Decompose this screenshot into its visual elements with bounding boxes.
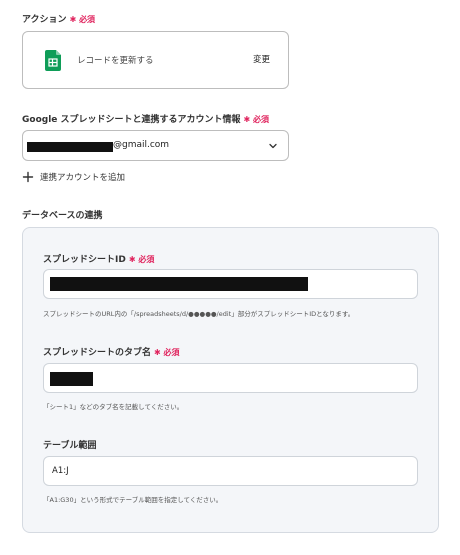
chevron-down-icon bbox=[269, 143, 277, 149]
table-range-label: テーブル範囲 bbox=[43, 441, 97, 451]
table-range-hint: 「A1:G30」という形式でテーブル範囲を指定してください。 bbox=[43, 496, 223, 504]
required-badge-text: 必須 bbox=[253, 115, 270, 124]
table-range-input[interactable]: A1:J bbox=[43, 456, 418, 486]
required-badge: ✱ 必須 bbox=[154, 348, 180, 357]
account-email-suffix: @gmail.com bbox=[113, 140, 170, 150]
action-label: アクション ✱ 必須 bbox=[22, 12, 95, 25]
database-panel: スプレッドシートID ✱ 必須 スプレッドシートのURL内の「/spreadshe… bbox=[22, 227, 439, 533]
spreadsheet-id-label-text: スプレッドシートID bbox=[43, 255, 126, 265]
account-label-text: Google スプレッドシートと連携するアカウント情報 bbox=[22, 115, 241, 125]
plus-icon bbox=[22, 171, 34, 183]
action-label-text: アクション bbox=[22, 15, 67, 25]
tab-name-label: スプレッドシートのタブ名 ✱ 必須 bbox=[43, 345, 180, 358]
required-badge: ✱ 必須 bbox=[69, 15, 96, 24]
tab-name-input[interactable] bbox=[43, 363, 418, 393]
redacted-tab-name bbox=[50, 372, 93, 386]
required-badge-text: 必須 bbox=[163, 348, 180, 357]
spreadsheet-id-input[interactable] bbox=[43, 269, 418, 299]
database-section-label: データベースの連携 bbox=[22, 211, 103, 221]
table-range-value: A1:J bbox=[52, 466, 69, 476]
spreadsheet-id-label: スプレッドシートID ✱ 必須 bbox=[43, 252, 154, 265]
action-name: レコードを更新する bbox=[77, 56, 154, 66]
redacted-email-username bbox=[27, 142, 113, 152]
account-select[interactable]: @gmail.com bbox=[22, 130, 289, 161]
action-card[interactable]: レコードを更新する 変更 bbox=[22, 31, 289, 89]
required-badge: ✱ 必須 bbox=[128, 255, 155, 264]
required-badge-text: 必須 bbox=[138, 255, 155, 264]
google-sheets-icon bbox=[45, 50, 61, 71]
required-badge: ✱ 必須 bbox=[243, 115, 270, 124]
tab-name-label-text: スプレッドシートのタブ名 bbox=[43, 348, 152, 358]
redacted-spreadsheet-id bbox=[50, 277, 308, 291]
tab-name-hint: 「シート1」などのタブ名を記載してください。 bbox=[43, 403, 184, 411]
account-label: Google スプレッドシートと連携するアカウント情報 ✱ 必須 bbox=[22, 112, 269, 125]
add-account-label: 連携アカウントを追加 bbox=[40, 173, 126, 183]
spreadsheet-id-hint: スプレッドシートのURL内の「/spreadsheets/d/●●●●●/edi… bbox=[43, 310, 355, 318]
required-badge-text: 必須 bbox=[79, 15, 96, 24]
change-button[interactable]: 変更 bbox=[253, 53, 270, 65]
